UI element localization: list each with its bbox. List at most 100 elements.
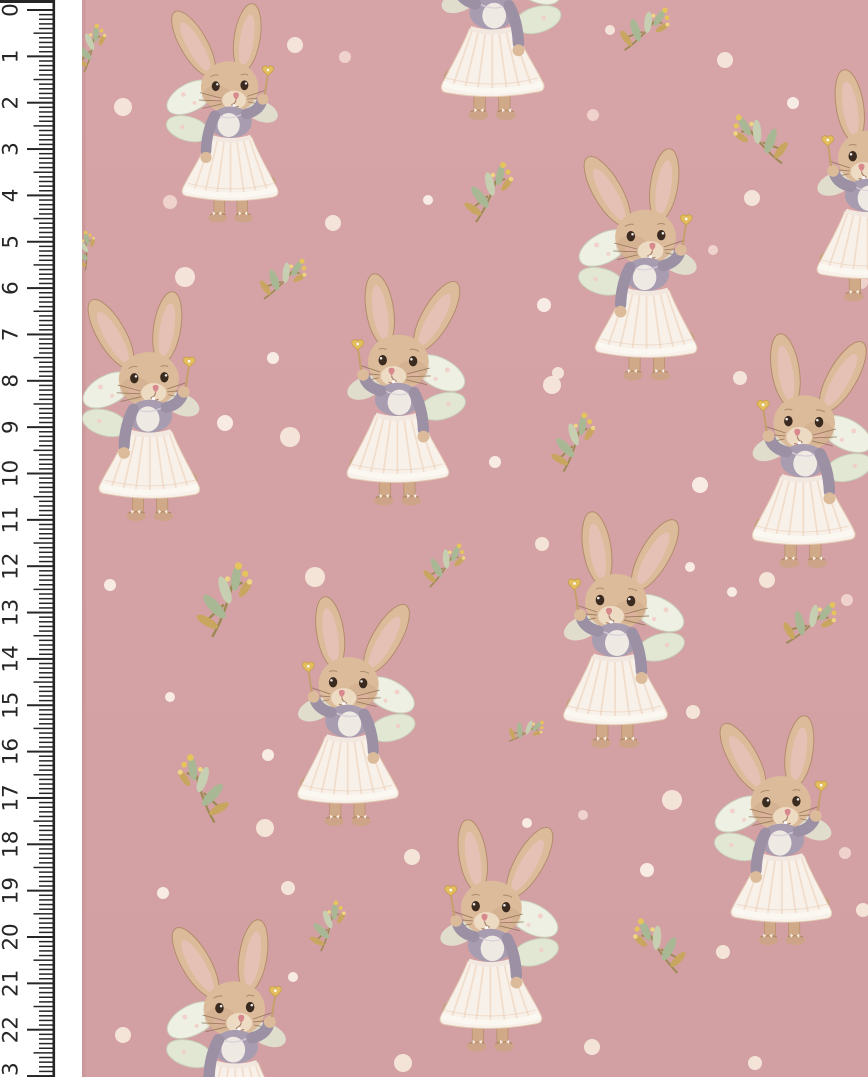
ruler-cm-tick xyxy=(27,55,53,57)
ruler-mm-tick xyxy=(39,371,53,373)
polka-dot xyxy=(587,109,599,121)
ruler-mm-tick xyxy=(39,130,53,132)
polka-dot xyxy=(708,245,718,255)
polka-dot xyxy=(640,863,654,877)
polka-dot xyxy=(692,477,708,493)
polka-dot xyxy=(787,97,799,109)
ruler-mm-tick xyxy=(34,264,53,266)
ruler-cm-tick xyxy=(27,612,53,614)
ruler-cm-tick xyxy=(27,565,53,567)
ruler-mm-tick xyxy=(39,417,53,419)
ruler-number: 15 xyxy=(0,692,24,719)
ruler-end-edge xyxy=(0,0,55,3)
ruler-mm-tick xyxy=(39,862,53,864)
ruler-mm-tick xyxy=(39,788,53,790)
ruler-mm-tick xyxy=(39,955,53,957)
ruler-mm-tick xyxy=(39,802,53,804)
ruler-mm-tick xyxy=(39,505,53,507)
ruler-mm-tick xyxy=(39,677,53,679)
ruler-mm-tick xyxy=(39,969,53,971)
ruler-mm-tick xyxy=(39,667,53,669)
ruler-mm-tick xyxy=(39,570,53,572)
ruler-mm-tick xyxy=(39,362,53,364)
ruler-mm-tick xyxy=(39,695,53,697)
ruler-mm-tick xyxy=(34,357,53,359)
ruler-edge-line xyxy=(53,0,56,1077)
ruler-mm-tick xyxy=(39,306,53,308)
polka-dot xyxy=(339,51,351,63)
ruler-mm-tick xyxy=(39,459,53,461)
ruler-mm-tick xyxy=(34,589,53,591)
ruler-mm-tick xyxy=(39,1024,53,1026)
ruler-mm-tick xyxy=(39,1010,53,1012)
ruler-number: 19 xyxy=(0,877,24,904)
ruler-cm-tick xyxy=(27,194,53,196)
ruler-mm-tick xyxy=(39,714,53,716)
ruler-mm-tick xyxy=(39,176,53,178)
ruler-cm-tick xyxy=(27,890,53,892)
ruler-mm-tick xyxy=(39,477,53,479)
ruler-mm-tick xyxy=(34,32,53,34)
ruler-number: 13 xyxy=(0,599,24,626)
ruler-mm-tick xyxy=(39,885,53,887)
polka-dot xyxy=(288,972,298,982)
ruler-mm-tick xyxy=(39,283,53,285)
polka-dot xyxy=(662,790,682,810)
ruler-mm-tick xyxy=(39,746,53,748)
ruler-mm-tick xyxy=(39,343,53,345)
ruler-mm-tick xyxy=(39,575,53,577)
ruler-mm-tick xyxy=(39,366,53,368)
ruler-mm-tick xyxy=(39,501,53,503)
polka-dot xyxy=(744,190,760,206)
ruler-mm-tick xyxy=(39,487,53,489)
ruler-mm-tick xyxy=(34,681,53,683)
ruler-mm-tick xyxy=(34,1052,53,1054)
ruler-cm-tick xyxy=(27,241,53,243)
ruler-mm-tick xyxy=(39,139,53,141)
ruler-number: 3 xyxy=(0,142,24,156)
ruler-number: 21 xyxy=(0,970,24,997)
ruler-mm-tick xyxy=(39,779,53,781)
ruler-mm-tick xyxy=(39,209,53,211)
ruler-mm-tick xyxy=(39,338,53,340)
ruler-cm-tick xyxy=(27,426,53,428)
ruler-cm-tick xyxy=(27,936,53,938)
ruler-mm-tick xyxy=(39,116,53,118)
polka-dot xyxy=(522,818,532,828)
ruler-mm-tick xyxy=(34,450,53,452)
ruler-mm-tick xyxy=(34,774,53,776)
ruler-mm-tick xyxy=(39,533,53,535)
ruler-mm-tick xyxy=(39,552,53,554)
polka-dot xyxy=(543,376,561,394)
polka-dot xyxy=(605,25,615,35)
ruler-mm-tick xyxy=(39,440,53,442)
ruler-cm-tick xyxy=(27,473,53,475)
polka-dot xyxy=(217,415,233,431)
ruler-mm-tick xyxy=(39,491,53,493)
ruler-cm-tick xyxy=(27,519,53,521)
ruler-cm-tick xyxy=(27,982,53,984)
ruler-mm-tick xyxy=(39,204,53,206)
ruler-mm-tick xyxy=(39,1038,53,1040)
ruler-mm-tick xyxy=(39,190,53,192)
ruler-number: 20 xyxy=(0,923,24,950)
ruler-number: 6 xyxy=(0,281,24,295)
ruler-number: 9 xyxy=(0,420,24,434)
ruler-mm-tick xyxy=(39,19,53,21)
ruler-mm-tick xyxy=(39,144,53,146)
ruler-mm-tick xyxy=(39,482,53,484)
ruler-mm-tick xyxy=(39,946,53,948)
ruler-mm-tick xyxy=(39,1071,53,1073)
ruler-mm-tick xyxy=(39,973,53,975)
ruler-mm-tick xyxy=(39,324,53,326)
ruler-mm-tick xyxy=(39,626,53,628)
polka-dot xyxy=(584,1039,600,1055)
polka-dot xyxy=(578,810,588,820)
ruler-mm-tick xyxy=(39,107,53,109)
ruler-mm-tick xyxy=(39,603,53,605)
ruler-cm-tick xyxy=(27,658,53,660)
ruler-mm-tick xyxy=(39,46,53,48)
polka-dot xyxy=(839,847,851,859)
polka-dot xyxy=(686,705,700,719)
ruler-mm-tick xyxy=(39,320,53,322)
